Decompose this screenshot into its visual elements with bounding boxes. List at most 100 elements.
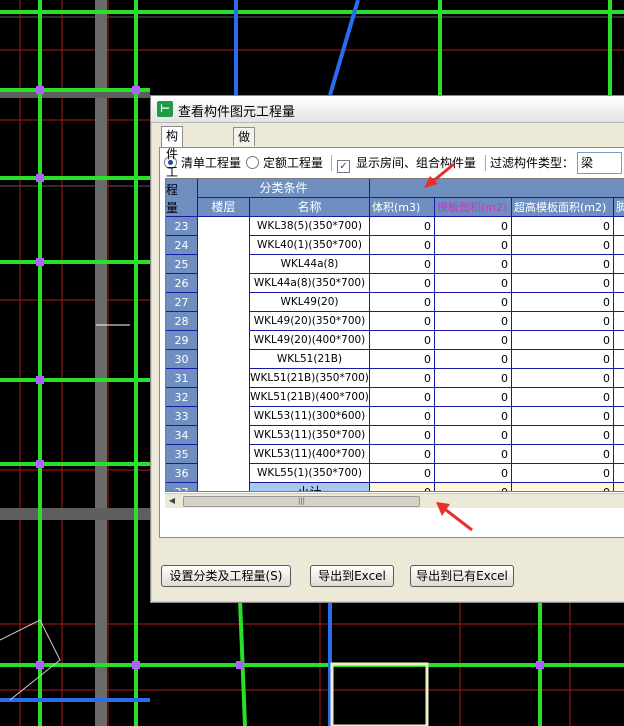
row-high-formwork[interactable]: 0 <box>512 255 614 274</box>
row-name[interactable]: WKL51(21B)(350*700) <box>250 369 370 388</box>
row-formwork[interactable]: 0 <box>435 445 512 464</box>
header-cut: 脚 <box>614 198 624 217</box>
row-name[interactable]: WKL53(11)(300*600) <box>250 407 370 426</box>
tab-method-quantity[interactable]: 做法工程量 <box>233 127 256 216</box>
row-formwork[interactable]: 0 <box>435 464 512 483</box>
row-volume[interactable]: 0 <box>370 350 435 369</box>
set-category-button[interactable]: 设置分类及工程量(S) <box>161 565 291 587</box>
floor-cell[interactable] <box>198 217 250 491</box>
radio-bill-label: 清单工程量 <box>181 156 242 170</box>
row-cut[interactable] <box>614 274 624 293</box>
row-name[interactable]: WKL51(21B)(400*700) <box>250 388 370 407</box>
row-name[interactable]: WKL49(20)(350*700) <box>250 312 370 331</box>
row-volume[interactable]: 0 <box>370 388 435 407</box>
subtotal-cut[interactable] <box>614 483 624 491</box>
row-volume[interactable]: 0 <box>370 274 435 293</box>
checkbox-checked-icon: ✓ <box>337 160 350 173</box>
header-name: 名称 <box>250 198 370 217</box>
subtotal-label[interactable]: 小计 <box>250 483 370 491</box>
row-name[interactable]: WKL53(11)(400*700) <box>250 445 370 464</box>
row-high-formwork[interactable]: 0 <box>512 388 614 407</box>
row-cut[interactable] <box>614 445 624 464</box>
row-volume[interactable]: 0 <box>370 426 435 445</box>
row-cut[interactable] <box>614 312 624 331</box>
row-formwork[interactable]: 0 <box>435 350 512 369</box>
row-name[interactable]: WKL49(20) <box>250 293 370 312</box>
subtotal-volume[interactable]: 0 <box>370 483 435 491</box>
filter-label: 过滤构件类型： <box>490 156 575 170</box>
header-formwork: 模板面积(m2) <box>435 198 512 217</box>
row-formwork[interactable]: 0 <box>435 407 512 426</box>
row-number: 30 <box>166 350 198 369</box>
row-formwork[interactable]: 0 <box>435 426 512 445</box>
row-high-formwork[interactable]: 0 <box>512 426 614 445</box>
subtotal-formwork[interactable]: 0 <box>435 483 512 491</box>
row-name[interactable]: WKL49(20)(400*700) <box>250 331 370 350</box>
row-cut[interactable] <box>614 236 624 255</box>
row-cut[interactable] <box>614 217 624 236</box>
row-high-formwork[interactable]: 0 <box>512 464 614 483</box>
row-volume[interactable]: 0 <box>370 369 435 388</box>
row-volume[interactable]: 0 <box>370 293 435 312</box>
row-number: 36 <box>166 464 198 483</box>
row-volume[interactable]: 0 <box>370 331 435 350</box>
row-high-formwork[interactable]: 0 <box>512 407 614 426</box>
row-high-formwork[interactable]: 0 <box>512 369 614 388</box>
quantity-dialog: ⊢ 查看构件图元工程量 构件工程量 做法工程量 清单工程量 定额工程量 ✓显示房… <box>150 95 624 603</box>
export-excel-button[interactable]: 导出到Excel <box>310 565 394 587</box>
row-formwork[interactable]: 0 <box>435 312 512 331</box>
row-name[interactable]: WKL40(1)(350*700) <box>250 236 370 255</box>
row-high-formwork[interactable]: 0 <box>512 217 614 236</box>
scroll-thumb[interactable]: ||| <box>183 496 420 507</box>
row-formwork[interactable]: 0 <box>435 255 512 274</box>
row-formwork[interactable]: 0 <box>435 236 512 255</box>
row-formwork[interactable]: 0 <box>435 388 512 407</box>
export-existing-excel-button[interactable]: 导出到已有Excel <box>410 565 514 587</box>
filter-type-select[interactable]: 梁 <box>577 152 622 174</box>
scroll-left-icon[interactable]: ◀ <box>165 494 179 508</box>
row-volume[interactable]: 0 <box>370 464 435 483</box>
radio-quota-quantity[interactable]: 定额工程量 <box>246 154 323 172</box>
row-high-formwork[interactable]: 0 <box>512 312 614 331</box>
tab-component-quantity[interactable]: 构件工程量 <box>161 126 184 215</box>
row-volume[interactable]: 0 <box>370 236 435 255</box>
row-name[interactable]: WKL53(11)(350*700) <box>250 426 370 445</box>
row-cut[interactable] <box>614 426 624 445</box>
row-formwork[interactable]: 0 <box>435 331 512 350</box>
row-name[interactable]: WKL55(1)(350*700) <box>250 464 370 483</box>
row-cut[interactable] <box>614 369 624 388</box>
row-high-formwork[interactable]: 0 <box>512 445 614 464</box>
row-cut[interactable] <box>614 293 624 312</box>
row-high-formwork[interactable]: 0 <box>512 236 614 255</box>
row-volume[interactable]: 0 <box>370 407 435 426</box>
row-cut[interactable] <box>614 331 624 350</box>
row-name[interactable]: WKL44a(8) <box>250 255 370 274</box>
subtotal-high-formwork[interactable]: 0 <box>512 483 614 491</box>
row-high-formwork[interactable]: 0 <box>512 274 614 293</box>
row-formwork[interactable]: 0 <box>435 217 512 236</box>
row-number: 27 <box>166 293 198 312</box>
row-number: 32 <box>166 388 198 407</box>
row-cut[interactable] <box>614 407 624 426</box>
row-name[interactable]: WKL51(21B) <box>250 350 370 369</box>
row-high-formwork[interactable]: 0 <box>512 350 614 369</box>
row-volume[interactable]: 0 <box>370 312 435 331</box>
options-divider <box>331 155 332 171</box>
row-cut[interactable] <box>614 255 624 274</box>
row-volume[interactable]: 0 <box>370 217 435 236</box>
row-formwork[interactable]: 0 <box>435 274 512 293</box>
row-formwork[interactable]: 0 <box>435 369 512 388</box>
row-cut[interactable] <box>614 464 624 483</box>
horizontal-scrollbar[interactable]: ◀ ||| <box>165 493 624 508</box>
row-high-formwork[interactable]: 0 <box>512 331 614 350</box>
row-name[interactable]: WKL44a(8)(350*700) <box>250 274 370 293</box>
row-high-formwork[interactable]: 0 <box>512 293 614 312</box>
row-volume[interactable]: 0 <box>370 445 435 464</box>
row-volume[interactable]: 0 <box>370 255 435 274</box>
header-volume: 体积(m3) <box>370 198 435 217</box>
row-cut[interactable] <box>614 388 624 407</box>
row-formwork[interactable]: 0 <box>435 293 512 312</box>
dialog-titlebar[interactable]: ⊢ 查看构件图元工程量 <box>151 96 624 123</box>
row-name[interactable]: WKL38(5)(350*700) <box>250 217 370 236</box>
row-cut[interactable] <box>614 350 624 369</box>
